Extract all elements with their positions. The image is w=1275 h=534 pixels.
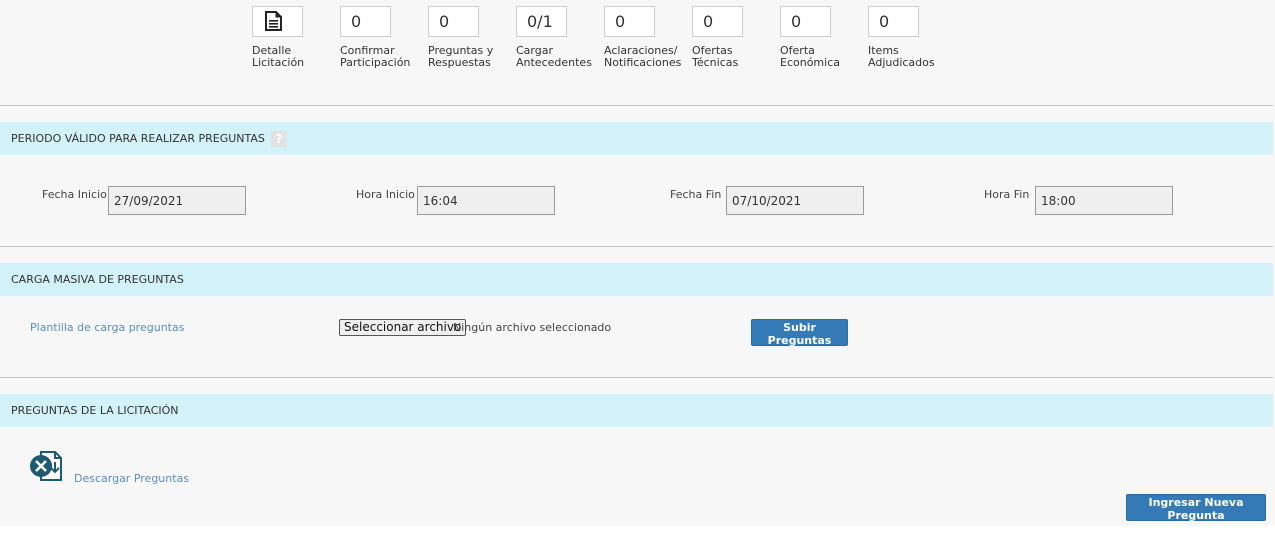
step-label: Oferta Económica — [780, 44, 840, 69]
select-file-button[interactable]: Seleccionar archivo — [339, 319, 467, 336]
step-label: Preguntas y Respuestas — [428, 44, 494, 69]
bulk-section-header: CARGA MASIVA DE PREGUNTAS — [0, 263, 1273, 296]
fecha-inicio-label: Fecha Inicio — [42, 188, 107, 201]
step-oferta-economica[interactable]: 0 Oferta Económica — [780, 6, 860, 69]
step-label: Detalle Licitación — [252, 44, 305, 69]
questions-section-header: PREGUNTAS DE LA LICITACIÓN — [0, 394, 1273, 427]
excel-download-icon[interactable] — [29, 450, 63, 482]
file-status-text: Ningún archivo seleccionado — [453, 321, 612, 334]
step-label: Cargar Antecedentes — [516, 44, 592, 69]
process-steps-bar: Detalle Licitación 0 Confirmar Participa… — [0, 0, 1275, 105]
help-icon[interactable]: ? — [270, 131, 287, 147]
step-preguntas-respuestas[interactable]: 0 Preguntas y Respuestas — [428, 6, 508, 69]
step-cargar-antecedentes[interactable]: 0/1 Cargar Antecedentes — [516, 6, 596, 69]
page-bottom-strip — [0, 526, 1275, 534]
fecha-fin-label: Fecha Fin — [670, 188, 722, 201]
step-box[interactable] — [252, 6, 303, 37]
period-section-header: PERIODO VÁLIDO PARA REALIZAR PREGUNTAS? — [0, 122, 1273, 155]
step-label: Aclaraciones/ Notificaciones — [604, 44, 682, 69]
hora-inicio-label: Hora Inicio — [356, 188, 415, 201]
step-aclaraciones-notificaciones[interactable]: 0 Aclaraciones/ Notificaciones — [604, 6, 684, 69]
new-question-button[interactable]: Ingresar Nueva Pregunta — [1126, 494, 1266, 522]
divider — [0, 105, 1273, 106]
step-count[interactable]: 0 — [428, 6, 479, 37]
template-download-link[interactable]: Plantilla de carga preguntas — [30, 321, 184, 334]
step-ofertas-tecnicas[interactable]: 0 Ofertas Técnicas — [692, 6, 772, 69]
step-detalle-licitacion[interactable]: Detalle Licitación — [252, 6, 332, 69]
step-label: Confirmar Participación — [340, 44, 411, 69]
fecha-inicio-input[interactable] — [108, 186, 246, 215]
hora-fin-input[interactable] — [1035, 186, 1173, 215]
hora-inicio-input[interactable] — [417, 186, 555, 215]
step-label: Ofertas Técnicas — [692, 44, 739, 69]
download-questions-link[interactable]: Descargar Preguntas — [74, 472, 189, 485]
step-count[interactable]: 0 — [780, 6, 831, 37]
document-icon — [265, 11, 282, 31]
step-count[interactable]: 0/1 — [516, 6, 567, 37]
step-count[interactable]: 0 — [340, 6, 391, 37]
questions-section-title: PREGUNTAS DE LA LICITACIÓN — [11, 404, 179, 417]
period-section-title: PERIODO VÁLIDO PARA REALIZAR PREGUNTAS — [11, 132, 265, 145]
divider — [0, 246, 1273, 247]
step-count[interactable]: 0 — [604, 6, 655, 37]
fecha-fin-input[interactable] — [726, 186, 864, 215]
hora-fin-label: Hora Fin — [984, 188, 1030, 201]
bulk-section-title: CARGA MASIVA DE PREGUNTAS — [11, 273, 184, 286]
step-count[interactable]: 0 — [868, 6, 919, 37]
upload-questions-button[interactable]: Subir Preguntas — [751, 319, 848, 347]
step-confirmar-participacion[interactable]: 0 Confirmar Participación — [340, 6, 420, 69]
step-items-adjudicados[interactable]: 0 Items Adjudicados — [868, 6, 948, 69]
divider — [0, 377, 1273, 378]
step-count[interactable]: 0 — [692, 6, 743, 37]
step-label: Items Adjudicados — [868, 44, 935, 69]
